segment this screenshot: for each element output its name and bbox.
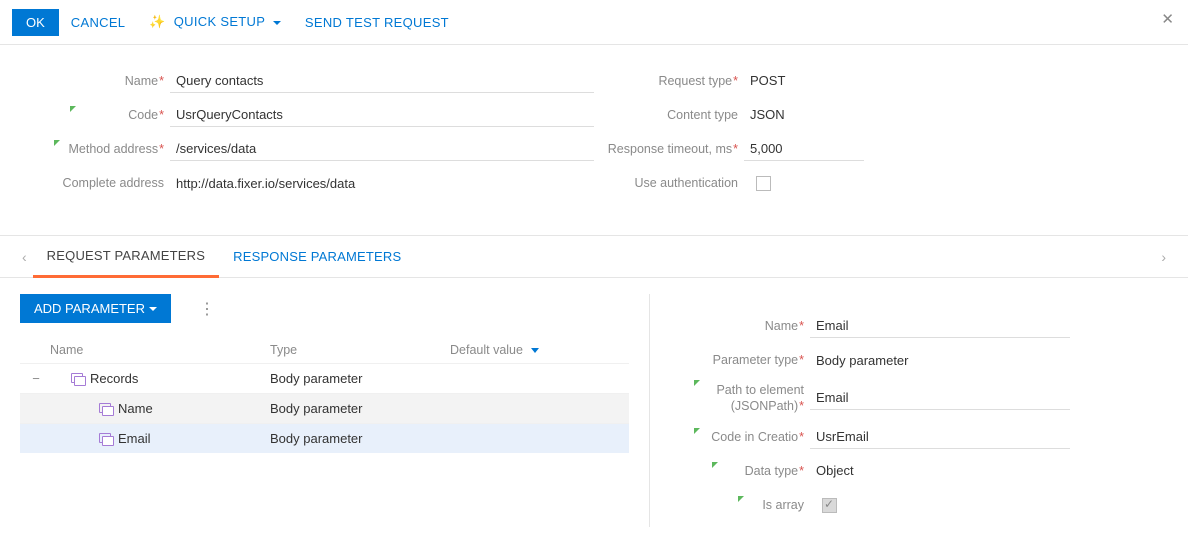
row-type: Body parameter: [270, 431, 450, 446]
tab-scroll-right[interactable]: ›: [1155, 239, 1172, 275]
col-header-default[interactable]: Default value: [450, 343, 629, 357]
wand-icon: ✨: [149, 14, 166, 29]
detail-datatype-value[interactable]: Object: [810, 459, 1070, 482]
complete-address-value: http://data.fixer.io/services/data: [170, 172, 594, 195]
quick-setup-label: QUICK SETUP: [174, 14, 265, 29]
row-name: Name: [118, 401, 153, 416]
chevron-down-icon: [149, 307, 157, 311]
content-type-label: Content type: [594, 108, 744, 122]
table-row[interactable]: Email Body parameter: [20, 423, 629, 453]
detail-path-label: Path to element (JSONPath): [690, 382, 810, 415]
method-address-input[interactable]: [170, 137, 594, 161]
send-test-request-button[interactable]: SEND TEST REQUEST: [293, 9, 461, 36]
detail-paramtype-label: Parameter type: [690, 353, 810, 367]
changed-indicator-icon: [694, 428, 700, 434]
table-row[interactable]: − Records Body parameter: [20, 363, 629, 393]
detail-isarray-label: Is array: [690, 498, 810, 512]
object-icon: [66, 373, 90, 385]
tabs-bar: ‹ REQUEST PARAMETERS RESPONSE PARAMETERS…: [0, 235, 1188, 278]
content-type-value[interactable]: JSON: [744, 103, 1148, 127]
chevron-down-icon: [273, 21, 281, 25]
grid-header: Name Type Default value: [20, 337, 629, 363]
add-parameter-label: ADD PARAMETER: [34, 301, 145, 316]
name-input[interactable]: [170, 69, 594, 93]
tab-request-parameters[interactable]: REQUEST PARAMETERS: [33, 236, 219, 278]
detail-datatype-label: Data type: [690, 464, 810, 478]
add-parameter-button[interactable]: ADD PARAMETER: [20, 294, 171, 323]
changed-indicator-icon: [738, 496, 744, 502]
tab-response-parameters[interactable]: RESPONSE PARAMETERS: [219, 237, 415, 276]
detail-paramtype-value[interactable]: Body parameter: [810, 349, 1070, 372]
detail-path-input[interactable]: [810, 386, 1070, 410]
changed-indicator-icon: [54, 140, 60, 146]
use-authentication-checkbox[interactable]: [756, 176, 771, 191]
tab-scroll-left[interactable]: ‹: [16, 239, 33, 275]
collapse-icon[interactable]: −: [26, 371, 46, 386]
quick-setup-button[interactable]: ✨ QUICK SETUP: [137, 8, 293, 36]
row-type: Body parameter: [270, 401, 450, 416]
kebab-menu-icon[interactable]: ⋮: [199, 299, 214, 319]
method-address-label: Method address: [40, 142, 170, 156]
detail-code-input[interactable]: [810, 425, 1070, 449]
code-label: Code: [40, 108, 170, 122]
request-type-label: Request type: [594, 74, 744, 88]
detail-code-label: Code in Creatio: [690, 430, 810, 444]
changed-indicator-icon: [694, 380, 700, 386]
response-timeout-label: Response timeout, ms: [594, 142, 744, 156]
response-timeout-input[interactable]: [744, 137, 864, 161]
row-name: Records: [90, 371, 138, 386]
close-icon[interactable]: ✕: [1161, 10, 1174, 28]
parameters-area: ADD PARAMETER ⋮ Name Type Default value …: [0, 278, 1188, 543]
detail-isarray-checkbox[interactable]: [822, 498, 837, 513]
form-section: Name Code Method address Complete addres…: [0, 45, 1188, 235]
object-icon: [94, 433, 118, 445]
detail-name-label: Name: [690, 319, 810, 333]
changed-indicator-icon: [712, 462, 718, 468]
request-type-value[interactable]: POST: [744, 69, 1148, 93]
cancel-button[interactable]: CANCEL: [59, 9, 138, 36]
form-col-left: Name Code Method address Complete addres…: [40, 69, 594, 205]
detail-name-input[interactable]: [810, 314, 1070, 338]
col-header-type[interactable]: Type: [270, 343, 450, 357]
parameters-list-panel: ADD PARAMETER ⋮ Name Type Default value …: [20, 294, 650, 527]
col-header-name[interactable]: Name: [20, 343, 270, 357]
complete-address-label: Complete address: [40, 176, 170, 190]
row-type: Body parameter: [270, 371, 450, 386]
ok-button[interactable]: OK: [12, 9, 59, 36]
use-authentication-label: Use authentication: [594, 176, 744, 190]
dialog-toolbar: OK CANCEL ✨ QUICK SETUP SEND TEST REQUES…: [0, 0, 1188, 45]
name-label: Name: [40, 74, 170, 88]
parameter-detail-panel: Name Parameter type Body parameter Path …: [650, 294, 1168, 527]
changed-indicator-icon: [70, 106, 76, 112]
table-row[interactable]: Name Body parameter: [20, 393, 629, 423]
form-col-right: Request type POST Content type JSON Resp…: [594, 69, 1148, 205]
chevron-down-icon: [531, 348, 539, 353]
code-input[interactable]: [170, 103, 594, 127]
row-name: Email: [118, 431, 151, 446]
object-icon: [94, 403, 118, 415]
